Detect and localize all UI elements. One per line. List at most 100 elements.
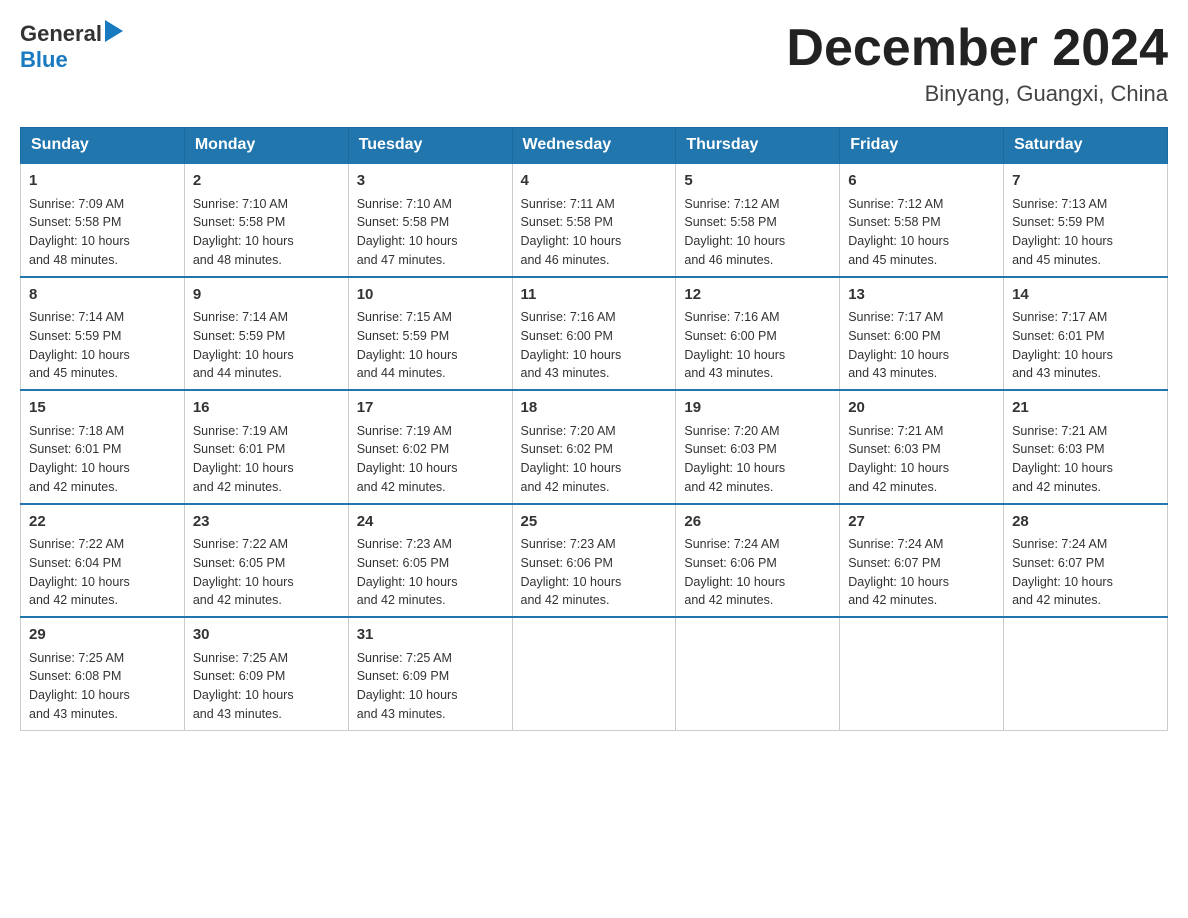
calendar-week-row: 15Sunrise: 7:18 AM Sunset: 6:01 PM Dayli… [21, 390, 1168, 504]
day-info: Sunrise: 7:24 AM Sunset: 6:07 PM Dayligh… [848, 535, 995, 610]
calendar-day-cell [676, 617, 840, 730]
logo-general-text: General [20, 21, 102, 47]
day-number: 14 [1012, 284, 1159, 307]
calendar-header-sunday: Sunday [21, 128, 185, 164]
day-info: Sunrise: 7:17 AM Sunset: 6:00 PM Dayligh… [848, 308, 995, 383]
day-info: Sunrise: 7:23 AM Sunset: 6:06 PM Dayligh… [521, 535, 668, 610]
calendar-day-cell: 20Sunrise: 7:21 AM Sunset: 6:03 PM Dayli… [840, 390, 1004, 504]
calendar-header-thursday: Thursday [676, 128, 840, 164]
day-number: 23 [193, 511, 340, 534]
day-number: 17 [357, 397, 504, 420]
day-number: 3 [357, 170, 504, 193]
day-number: 2 [193, 170, 340, 193]
location-subtitle: Binyang, Guangxi, China [786, 81, 1168, 107]
day-number: 15 [29, 397, 176, 420]
day-number: 10 [357, 284, 504, 307]
calendar-day-cell [1004, 617, 1168, 730]
logo-blue-text: Blue [20, 47, 68, 72]
logo-arrow-icon [105, 20, 123, 42]
calendar-day-cell: 29Sunrise: 7:25 AM Sunset: 6:08 PM Dayli… [21, 617, 185, 730]
calendar-day-cell: 15Sunrise: 7:18 AM Sunset: 6:01 PM Dayli… [21, 390, 185, 504]
calendar-day-cell: 14Sunrise: 7:17 AM Sunset: 6:01 PM Dayli… [1004, 277, 1168, 391]
day-number: 26 [684, 511, 831, 534]
day-number: 22 [29, 511, 176, 534]
day-info: Sunrise: 7:16 AM Sunset: 6:00 PM Dayligh… [521, 308, 668, 383]
day-number: 12 [684, 284, 831, 307]
calendar-day-cell [840, 617, 1004, 730]
calendar-header-tuesday: Tuesday [348, 128, 512, 164]
day-info: Sunrise: 7:24 AM Sunset: 6:07 PM Dayligh… [1012, 535, 1159, 610]
day-info: Sunrise: 7:10 AM Sunset: 5:58 PM Dayligh… [193, 195, 340, 270]
calendar-day-cell: 30Sunrise: 7:25 AM Sunset: 6:09 PM Dayli… [184, 617, 348, 730]
calendar-day-cell: 28Sunrise: 7:24 AM Sunset: 6:07 PM Dayli… [1004, 504, 1168, 618]
day-number: 8 [29, 284, 176, 307]
calendar-day-cell: 5Sunrise: 7:12 AM Sunset: 5:58 PM Daylig… [676, 163, 840, 277]
day-info: Sunrise: 7:19 AM Sunset: 6:01 PM Dayligh… [193, 422, 340, 497]
calendar-day-cell: 31Sunrise: 7:25 AM Sunset: 6:09 PM Dayli… [348, 617, 512, 730]
day-info: Sunrise: 7:23 AM Sunset: 6:05 PM Dayligh… [357, 535, 504, 610]
day-number: 18 [521, 397, 668, 420]
calendar-day-cell: 17Sunrise: 7:19 AM Sunset: 6:02 PM Dayli… [348, 390, 512, 504]
day-number: 16 [193, 397, 340, 420]
day-info: Sunrise: 7:22 AM Sunset: 6:05 PM Dayligh… [193, 535, 340, 610]
day-info: Sunrise: 7:21 AM Sunset: 6:03 PM Dayligh… [1012, 422, 1159, 497]
day-info: Sunrise: 7:25 AM Sunset: 6:08 PM Dayligh… [29, 649, 176, 724]
calendar-day-cell: 11Sunrise: 7:16 AM Sunset: 6:00 PM Dayli… [512, 277, 676, 391]
day-info: Sunrise: 7:13 AM Sunset: 5:59 PM Dayligh… [1012, 195, 1159, 270]
calendar-day-cell: 27Sunrise: 7:24 AM Sunset: 6:07 PM Dayli… [840, 504, 1004, 618]
calendar-day-cell: 3Sunrise: 7:10 AM Sunset: 5:58 PM Daylig… [348, 163, 512, 277]
calendar-week-row: 29Sunrise: 7:25 AM Sunset: 6:08 PM Dayli… [21, 617, 1168, 730]
day-number: 31 [357, 624, 504, 647]
calendar-day-cell: 19Sunrise: 7:20 AM Sunset: 6:03 PM Dayli… [676, 390, 840, 504]
calendar-week-row: 1Sunrise: 7:09 AM Sunset: 5:58 PM Daylig… [21, 163, 1168, 277]
day-info: Sunrise: 7:20 AM Sunset: 6:03 PM Dayligh… [684, 422, 831, 497]
calendar-header-wednesday: Wednesday [512, 128, 676, 164]
calendar-day-cell: 9Sunrise: 7:14 AM Sunset: 5:59 PM Daylig… [184, 277, 348, 391]
day-info: Sunrise: 7:16 AM Sunset: 6:00 PM Dayligh… [684, 308, 831, 383]
day-number: 4 [521, 170, 668, 193]
calendar-day-cell: 12Sunrise: 7:16 AM Sunset: 6:00 PM Dayli… [676, 277, 840, 391]
calendar-day-cell: 23Sunrise: 7:22 AM Sunset: 6:05 PM Dayli… [184, 504, 348, 618]
calendar-table: SundayMondayTuesdayWednesdayThursdayFrid… [20, 127, 1168, 731]
day-info: Sunrise: 7:12 AM Sunset: 5:58 PM Dayligh… [848, 195, 995, 270]
day-info: Sunrise: 7:14 AM Sunset: 5:59 PM Dayligh… [29, 308, 176, 383]
day-info: Sunrise: 7:22 AM Sunset: 6:04 PM Dayligh… [29, 535, 176, 610]
day-info: Sunrise: 7:10 AM Sunset: 5:58 PM Dayligh… [357, 195, 504, 270]
calendar-header-monday: Monday [184, 128, 348, 164]
calendar-day-cell: 1Sunrise: 7:09 AM Sunset: 5:58 PM Daylig… [21, 163, 185, 277]
calendar-day-cell: 26Sunrise: 7:24 AM Sunset: 6:06 PM Dayli… [676, 504, 840, 618]
month-year-title: December 2024 [786, 20, 1168, 77]
calendar-day-cell: 2Sunrise: 7:10 AM Sunset: 5:58 PM Daylig… [184, 163, 348, 277]
calendar-week-row: 22Sunrise: 7:22 AM Sunset: 6:04 PM Dayli… [21, 504, 1168, 618]
day-number: 29 [29, 624, 176, 647]
day-number: 20 [848, 397, 995, 420]
day-number: 30 [193, 624, 340, 647]
day-info: Sunrise: 7:21 AM Sunset: 6:03 PM Dayligh… [848, 422, 995, 497]
day-info: Sunrise: 7:25 AM Sunset: 6:09 PM Dayligh… [193, 649, 340, 724]
calendar-day-cell: 16Sunrise: 7:19 AM Sunset: 6:01 PM Dayli… [184, 390, 348, 504]
day-info: Sunrise: 7:20 AM Sunset: 6:02 PM Dayligh… [521, 422, 668, 497]
day-number: 28 [1012, 511, 1159, 534]
calendar-day-cell: 21Sunrise: 7:21 AM Sunset: 6:03 PM Dayli… [1004, 390, 1168, 504]
calendar-day-cell: 24Sunrise: 7:23 AM Sunset: 6:05 PM Dayli… [348, 504, 512, 618]
day-number: 19 [684, 397, 831, 420]
day-number: 9 [193, 284, 340, 307]
day-info: Sunrise: 7:11 AM Sunset: 5:58 PM Dayligh… [521, 195, 668, 270]
day-info: Sunrise: 7:17 AM Sunset: 6:01 PM Dayligh… [1012, 308, 1159, 383]
day-info: Sunrise: 7:24 AM Sunset: 6:06 PM Dayligh… [684, 535, 831, 610]
day-number: 25 [521, 511, 668, 534]
day-info: Sunrise: 7:25 AM Sunset: 6:09 PM Dayligh… [357, 649, 504, 724]
calendar-week-row: 8Sunrise: 7:14 AM Sunset: 5:59 PM Daylig… [21, 277, 1168, 391]
day-info: Sunrise: 7:09 AM Sunset: 5:58 PM Dayligh… [29, 195, 176, 270]
day-info: Sunrise: 7:12 AM Sunset: 5:58 PM Dayligh… [684, 195, 831, 270]
day-number: 6 [848, 170, 995, 193]
day-number: 1 [29, 170, 176, 193]
calendar-header-friday: Friday [840, 128, 1004, 164]
day-info: Sunrise: 7:19 AM Sunset: 6:02 PM Dayligh… [357, 422, 504, 497]
calendar-day-cell: 10Sunrise: 7:15 AM Sunset: 5:59 PM Dayli… [348, 277, 512, 391]
day-info: Sunrise: 7:18 AM Sunset: 6:01 PM Dayligh… [29, 422, 176, 497]
day-number: 13 [848, 284, 995, 307]
calendar-day-cell: 25Sunrise: 7:23 AM Sunset: 6:06 PM Dayli… [512, 504, 676, 618]
title-block: December 2024 Binyang, Guangxi, China [786, 20, 1168, 107]
day-number: 27 [848, 511, 995, 534]
